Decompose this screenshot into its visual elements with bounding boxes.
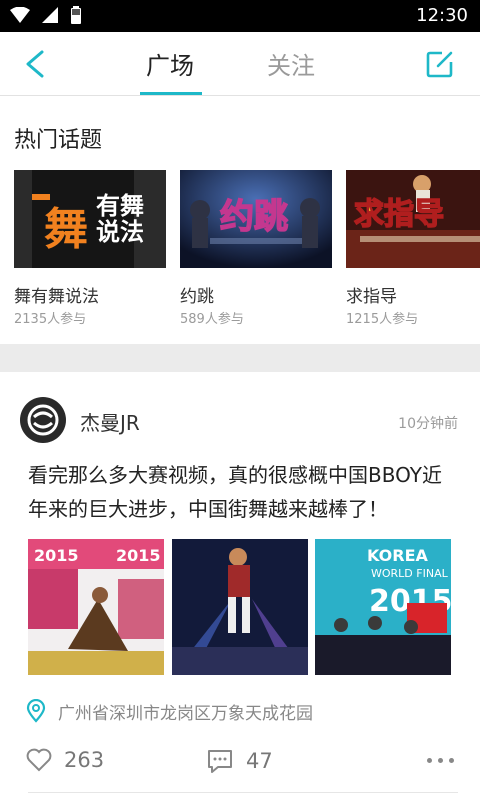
image-caption-b: WORLD FINAL <box>371 567 449 580</box>
active-tab-indicator <box>140 92 202 95</box>
topic-thumbnail: 求指导 <box>346 170 480 268</box>
image-caption-a: KOREA <box>367 546 429 565</box>
topic-name: 约跳 <box>180 287 214 307</box>
avatar-logo-icon <box>27 404 59 436</box>
more-dot <box>438 758 443 763</box>
signal-icon <box>42 7 58 23</box>
post-image-graphic: KOREA WORLD FINAL 2015 <box>315 539 451 675</box>
location-pin-icon <box>26 699 46 723</box>
image-caption-a: 2015 <box>34 546 79 565</box>
status-bar: 12:30 <box>0 0 480 32</box>
thumb-text-1: 求指导 <box>354 197 444 232</box>
location-text: 广州省深圳市龙岗区万象天成花园 <box>58 703 313 724</box>
tab-square[interactable]: 广场 <box>146 46 194 81</box>
author-avatar[interactable] <box>20 397 66 443</box>
heart-icon <box>26 748 52 772</box>
section-divider <box>0 344 480 372</box>
comment-count: 47 <box>246 749 273 773</box>
post-image-1[interactable]: 2015 2015 <box>28 539 164 675</box>
top-nav: 广场 关注 <box>0 32 480 96</box>
topic-name: 舞有舞说法 <box>14 287 99 307</box>
post-image-graphic: 2015 2015 <box>28 539 164 675</box>
image-caption-b: 2015 <box>116 546 161 565</box>
topic-card-yuetiao[interactable]: 约跳 约跳 589人参与 <box>180 170 332 327</box>
thumb-text-3: 说法 <box>96 218 144 246</box>
post-location[interactable]: 广州省深圳市龙岗区万象天成花园 <box>26 698 313 724</box>
topic-thumbnail-image: 舞 有舞 说法 <box>14 170 166 268</box>
more-options-icon[interactable] <box>427 758 454 763</box>
post-bottom-divider <box>28 792 458 793</box>
back-arrow-icon[interactable] <box>18 46 54 82</box>
thumb-text-2: 有舞 <box>96 192 144 220</box>
topic-participants: 2135人参与 <box>14 312 87 327</box>
topic-card-wuyouwushuofa[interactable]: 舞 有舞 说法 舞有舞说法 2135人参与 <box>14 170 166 327</box>
compose-icon[interactable] <box>422 46 458 82</box>
like-button[interactable]: 263 <box>26 748 104 772</box>
status-icons <box>10 6 82 24</box>
topic-name: 求指导 <box>346 287 397 307</box>
post-actions: 263 47 <box>0 744 480 784</box>
status-time: 12:30 <box>416 5 468 26</box>
hot-topics-title: 热门话题 <box>14 128 103 153</box>
topic-card-qiuzhidao[interactable]: 求指导 求指导 1215人参与 <box>346 170 480 327</box>
topic-thumbnail-image: 约跳 <box>180 170 332 268</box>
post-image-graphic <box>172 539 308 675</box>
wifi-icon <box>10 7 30 23</box>
author-name[interactable]: 杰曼JR <box>80 407 140 436</box>
post-image-2[interactable] <box>172 539 308 675</box>
topic-thumbnail: 约跳 <box>180 170 332 268</box>
topic-thumbnail-image: 求指导 <box>346 170 480 268</box>
battery-icon <box>71 6 81 24</box>
thumb-text-1: 约跳 <box>220 197 288 237</box>
topic-participants: 1215人参与 <box>346 312 419 327</box>
like-count: 263 <box>64 748 105 772</box>
comment-icon <box>208 750 232 773</box>
topic-participants: 589人参与 <box>180 312 244 327</box>
comment-button[interactable]: 47 <box>206 748 273 774</box>
more-dot <box>427 758 432 763</box>
tab-follow[interactable]: 关注 <box>267 46 315 81</box>
post-image-3[interactable]: KOREA WORLD FINAL 2015 <box>315 539 451 675</box>
more-dot <box>449 758 454 763</box>
post-text: 看完那么多大赛视频，真的很感概中国BBOY近年来的巨大进步，中国街舞越来越棒了！ <box>28 463 442 521</box>
post-time: 10分钟前 <box>398 416 458 432</box>
thumb-text-1: 舞 <box>44 204 88 255</box>
topic-thumbnail: 舞 有舞 说法 <box>14 170 166 268</box>
